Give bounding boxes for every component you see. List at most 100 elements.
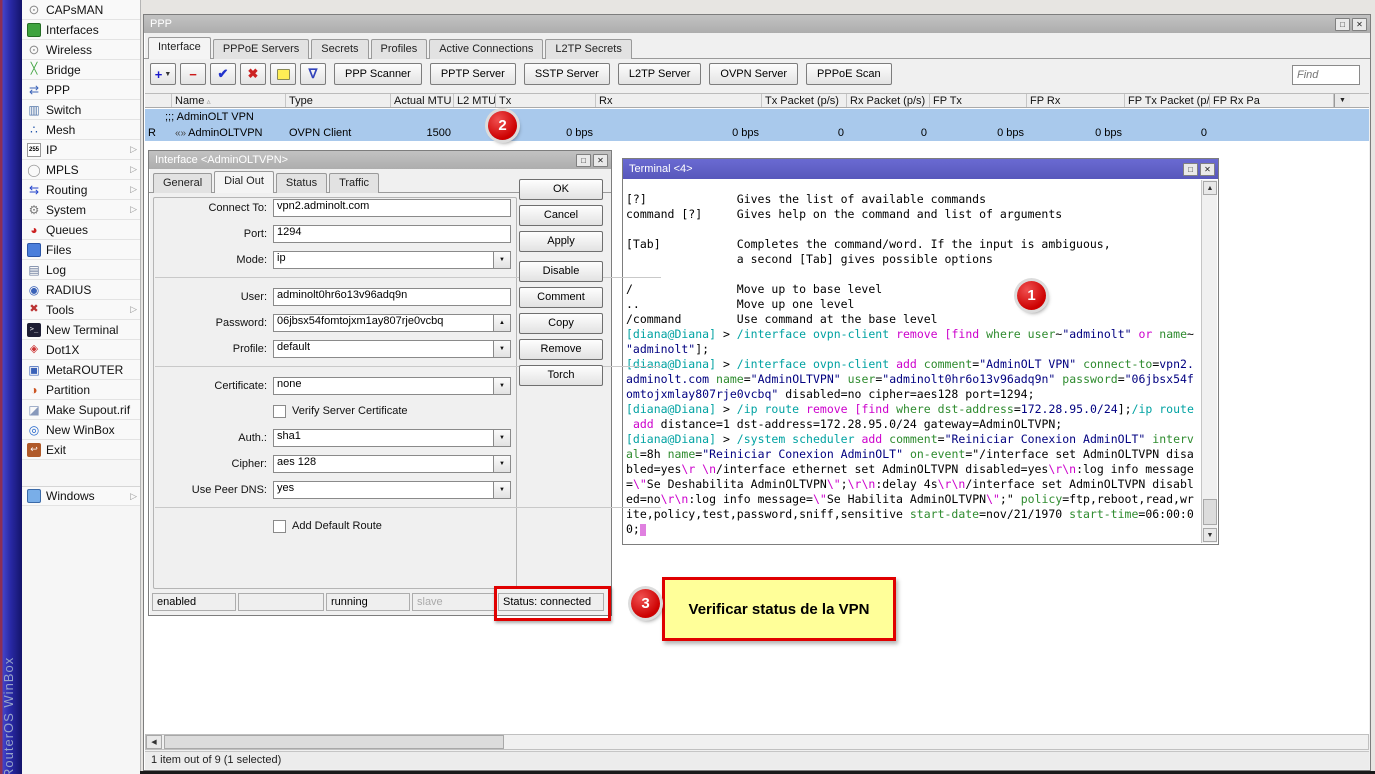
find-input[interactable] — [1292, 65, 1360, 85]
ok-button[interactable]: OK — [519, 179, 603, 200]
field-input[interactable]: default — [273, 340, 494, 358]
field-input[interactable]: ip — [273, 251, 494, 269]
dialog-tab-traffic[interactable]: Traffic — [329, 173, 379, 193]
close-icon[interactable]: ✕ — [1200, 163, 1215, 176]
tab-secrets[interactable]: Secrets — [311, 39, 368, 59]
column-header-fp-rx[interactable]: FP Rx — [1027, 94, 1125, 107]
column-header-rx-packet-p-s-[interactable]: Rx Packet (p/s) — [847, 94, 930, 107]
sidebar-item-mpls[interactable]: ◯MPLS▷ — [22, 160, 140, 180]
sidebar-item-radius[interactable]: ◉RADIUS — [22, 280, 140, 300]
dialog-titlebar[interactable]: Interface <AdminOLTVPN> □ ✕ — [149, 151, 611, 169]
remove-button[interactable]: − — [180, 63, 206, 85]
l2tp-server-button[interactable]: L2TP Server — [618, 63, 702, 85]
filter-button[interactable]: ∇ — [300, 63, 326, 85]
scroll-up-icon[interactable]: ▲ — [1203, 181, 1217, 195]
maximize-icon[interactable]: □ — [1183, 163, 1198, 176]
dropdown-icon[interactable]: ▼ — [494, 377, 511, 395]
column-header-tx-packet-p-s-[interactable]: Tx Packet (p/s) — [762, 94, 847, 107]
scrollbar-thumb[interactable] — [1203, 499, 1217, 525]
sidebar-item-dot1x[interactable]: ◈Dot1X — [22, 340, 140, 360]
field-input[interactable]: yes — [273, 481, 494, 499]
sidebar-item-queues[interactable]: ◕Queues — [22, 220, 140, 240]
tab-pppoe-servers[interactable]: PPPoE Servers — [213, 39, 309, 59]
maximize-icon[interactable]: □ — [576, 154, 591, 167]
sidebar-item-ppp[interactable]: ⇄PPP — [22, 80, 140, 100]
sidebar-item-make-supout[interactable]: ◪Make Supout.rif — [22, 400, 140, 420]
sidebar-item-mesh[interactable]: ∴Mesh — [22, 120, 140, 140]
sidebar-item-switch[interactable]: ▥Switch — [22, 100, 140, 120]
dialog-tab-dial-out[interactable]: Dial Out — [214, 171, 274, 193]
terminal-output[interactable]: [?] Gives the list of available commands… — [624, 180, 1201, 543]
column-header-flag[interactable] — [145, 94, 172, 107]
dropdown-icon[interactable]: ▼ — [494, 340, 511, 358]
tab-active-connections[interactable]: Active Connections — [429, 39, 543, 59]
scroll-down-icon[interactable]: ▼ — [1203, 528, 1217, 542]
close-icon[interactable]: ✕ — [1352, 18, 1367, 31]
pptp-server-button[interactable]: PPTP Server — [430, 63, 516, 85]
terminal-titlebar[interactable]: Terminal <4> □ ✕ — [623, 159, 1218, 179]
dropdown-icon[interactable]: ▼ — [494, 481, 511, 499]
column-header-type[interactable]: Type — [286, 94, 391, 107]
pppoe-scan-button[interactable]: PPPoE Scan — [806, 63, 892, 85]
tab-l2tp-secrets[interactable]: L2TP Secrets — [545, 39, 631, 59]
sidebar-item-new-winbox[interactable]: ◎New WinBox — [22, 420, 140, 440]
column-header-fp-tx-packet-p-s-[interactable]: FP Tx Packet (p/s) — [1125, 94, 1210, 107]
comment-button[interactable]: Comment — [519, 287, 603, 308]
terminal-scrollbar[interactable]: ▲ ▼ — [1201, 180, 1217, 543]
scroll-left-icon[interactable]: ◀ — [146, 735, 162, 749]
sidebar-item-routing[interactable]: ⇆Routing▷ — [22, 180, 140, 200]
ovpn-server-button[interactable]: OVPN Server — [709, 63, 798, 85]
table-row-interface[interactable]: R«»AdminOLTVPNOVPN Client15000 bps0 bps0… — [145, 125, 1369, 141]
column-header-tx[interactable]: Tx — [496, 94, 596, 107]
sidebar-item-wireless[interactable]: ⊙Wireless — [22, 40, 140, 60]
column-header-l2-mtu[interactable]: L2 MTU — [454, 94, 496, 107]
tab-profiles[interactable]: Profiles — [371, 39, 428, 59]
sidebar-item-windows[interactable]: Windows▷ — [22, 486, 140, 506]
checkbox[interactable] — [273, 520, 286, 533]
sidebar-item-capsman[interactable]: ⊙CAPsMAN — [22, 0, 140, 20]
field-input[interactable]: vpn2.adminolt.com — [273, 199, 511, 217]
dialog-tab-status[interactable]: Status — [276, 173, 327, 193]
sidebar-item-interfaces[interactable]: Interfaces — [22, 20, 140, 40]
enable-button[interactable]: ✔ — [210, 63, 236, 85]
field-input[interactable]: aes 128 — [273, 455, 494, 473]
hide-password-icon[interactable]: ▲ — [494, 314, 511, 332]
copy-button[interactable]: Copy — [519, 313, 603, 334]
checkbox[interactable] — [273, 405, 286, 418]
disable-button[interactable]: ✖ — [240, 63, 266, 85]
column-header-name[interactable]: Name ▵ — [172, 94, 286, 107]
dialog-tab-general[interactable]: General — [153, 173, 212, 193]
column-chooser-icon[interactable]: ▼ — [1334, 94, 1350, 107]
scrollbar-thumb[interactable] — [164, 735, 504, 749]
remove-button[interactable]: Remove — [519, 339, 603, 360]
cancel-button[interactable]: Cancel — [519, 205, 603, 226]
field-input[interactable]: adminolt0hr6o13v96adq9n — [273, 288, 511, 306]
sidebar-item-tools[interactable]: ✖Tools▷ — [22, 300, 140, 320]
column-header-fp-tx[interactable]: FP Tx — [930, 94, 1027, 107]
add-button[interactable]: +▼ — [150, 63, 176, 85]
sidebar-item-metarouter[interactable]: ▣MetaROUTER — [22, 360, 140, 380]
sstp-server-button[interactable]: SSTP Server — [524, 63, 610, 85]
dropdown-icon[interactable]: ▼ — [494, 429, 511, 447]
horizontal-scrollbar[interactable]: ◀ — [145, 734, 1369, 750]
table-row-comment[interactable]: ;;; AdminOLT VPN — [145, 109, 1369, 125]
dropdown-icon[interactable]: ▼ — [494, 455, 511, 473]
comment-button[interactable] — [270, 63, 296, 85]
sidebar-item-ip[interactable]: 255IP▷ — [22, 140, 140, 160]
field-input[interactable]: 06jbsx54fomtojxm1ay807rje0vcbq — [273, 314, 494, 332]
close-icon[interactable]: ✕ — [593, 154, 608, 167]
sidebar-item-system[interactable]: ⚙System▷ — [22, 200, 140, 220]
sidebar-item-log[interactable]: ▤Log — [22, 260, 140, 280]
ppp-scanner-button[interactable]: PPP Scanner — [334, 63, 422, 85]
torch-button[interactable]: Torch — [519, 365, 603, 386]
sidebar-item-new-terminal[interactable]: >_New Terminal — [22, 320, 140, 340]
column-header-rx[interactable]: Rx — [596, 94, 762, 107]
tab-interface[interactable]: Interface — [148, 37, 211, 59]
column-header-fp-rx-pa[interactable]: FP Rx Pa — [1210, 94, 1334, 107]
sidebar-item-exit[interactable]: ↩Exit — [22, 440, 140, 460]
column-header-actual-mtu[interactable]: Actual MTU — [391, 94, 454, 107]
sidebar-item-partition[interactable]: ◑Partition — [22, 380, 140, 400]
ppp-titlebar[interactable]: PPP □ ✕ — [144, 15, 1370, 33]
dropdown-icon[interactable]: ▼ — [494, 251, 511, 269]
field-input[interactable]: 1294 — [273, 225, 511, 243]
